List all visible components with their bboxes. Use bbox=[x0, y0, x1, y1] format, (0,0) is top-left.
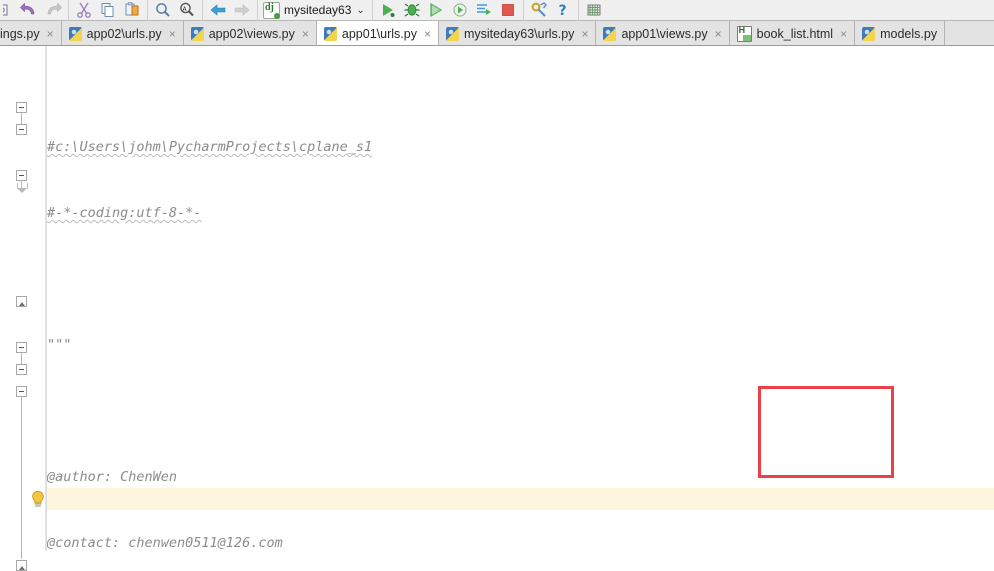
replace-icon[interactable]: A bbox=[175, 1, 199, 20]
tab-app02-views-py[interactable]: app02\views.py × bbox=[183, 21, 317, 45]
code-line-text: """ bbox=[47, 337, 72, 353]
python-file-icon bbox=[862, 26, 876, 41]
code-text-area[interactable]: #c:\Users\johm\PycharmProjects\cplane_s1… bbox=[47, 46, 994, 551]
tab-close-icon[interactable]: × bbox=[424, 27, 431, 41]
tab-close-icon[interactable]: × bbox=[47, 27, 54, 41]
debug-icon[interactable] bbox=[400, 1, 424, 20]
tab-close-icon[interactable]: × bbox=[581, 27, 588, 41]
main-toolbar: A mysiteday63 ⌄ bbox=[0, 0, 994, 21]
code-line-text: #-*-coding:utf-8-*- bbox=[47, 205, 202, 221]
code-line[interactable] bbox=[47, 268, 994, 290]
tab-close-icon[interactable]: × bbox=[302, 27, 309, 41]
find-icon[interactable] bbox=[151, 1, 175, 20]
python-file-icon bbox=[190, 26, 204, 41]
code-line-text: @author: ChenWen bbox=[47, 469, 178, 485]
fold-marker-urlpatterns-end[interactable] bbox=[16, 560, 27, 571]
toolbar-group-run bbox=[373, 0, 524, 21]
stop-icon[interactable] bbox=[496, 1, 520, 20]
run-configuration-selector[interactable]: mysiteday63 ⌄ bbox=[258, 0, 373, 21]
tab-close-icon[interactable]: × bbox=[715, 27, 722, 41]
toolbar-group-edit bbox=[0, 0, 69, 21]
tab-settings-py[interactable]: ings.py × bbox=[0, 21, 62, 45]
tab-label: app02\views.py bbox=[208, 26, 295, 41]
code-editor[interactable]: #c:\Users\johm\PycharmProjects\cplane_s1… bbox=[0, 46, 994, 571]
code-line[interactable]: @author: ChenWen bbox=[47, 466, 994, 488]
run-coverage-icon[interactable] bbox=[424, 1, 448, 20]
settings-partial-icon[interactable] bbox=[3, 1, 17, 20]
help-icon[interactable]: ? bbox=[551, 1, 575, 20]
code-line[interactable]: """ bbox=[47, 334, 994, 356]
python-file-icon bbox=[603, 26, 617, 41]
tab-book-list-html[interactable]: book_list.html × bbox=[729, 21, 856, 45]
editor-tab-bar[interactable]: ings.py × app02\urls.py × app02\views.py… bbox=[0, 21, 994, 46]
tab-close-icon[interactable]: × bbox=[169, 27, 176, 41]
tab-label: book_list.html bbox=[756, 26, 834, 41]
django-icon bbox=[263, 1, 280, 19]
code-line[interactable]: #-*-coding:utf-8-*- bbox=[47, 202, 994, 224]
cut-icon[interactable] bbox=[72, 1, 96, 20]
settings-wrench-icon[interactable] bbox=[527, 1, 551, 20]
tab-label: ings.py bbox=[0, 26, 40, 41]
tab-label: models.py bbox=[880, 26, 938, 41]
tab-app01-views-py[interactable]: app01\views.py × bbox=[596, 21, 730, 45]
tab-app01-urls-py[interactable]: app01\urls.py × bbox=[316, 21, 439, 45]
fold-marker-line-1[interactable] bbox=[16, 102, 27, 113]
toolbar-group-tools: ? bbox=[524, 0, 579, 21]
database-icon[interactable] bbox=[582, 1, 606, 20]
tab-mysiteday63-urls-py[interactable]: mysiteday63\urls.py × bbox=[438, 21, 597, 45]
code-line-text: @contact: chenwen0511@126.com bbox=[47, 535, 283, 551]
undo-icon[interactable] bbox=[17, 1, 41, 20]
forward-arrow-icon[interactable] bbox=[230, 1, 254, 20]
chevron-down-icon[interactable]: ⌄ bbox=[356, 5, 364, 16]
tab-models-py[interactable]: models.py bbox=[855, 21, 946, 45]
toolbar-group-navigate bbox=[203, 0, 258, 21]
run-configuration-name: mysiteday63 bbox=[284, 3, 352, 17]
redo-icon[interactable] bbox=[41, 1, 65, 20]
fold-marker-line-2[interactable] bbox=[16, 124, 27, 135]
tab-label: app02\urls.py bbox=[86, 26, 162, 41]
tab-app02-urls-py[interactable]: app02\urls.py × bbox=[61, 21, 184, 45]
paste-icon[interactable] bbox=[120, 1, 144, 20]
html-file-icon bbox=[736, 25, 752, 42]
tab-label: app01\views.py bbox=[621, 26, 708, 41]
intention-bulb-icon[interactable] bbox=[30, 490, 46, 508]
code-line[interactable]: #c:\Users\johm\PycharmProjects\cplane_s1 bbox=[47, 136, 994, 158]
fold-marker-urlpatterns[interactable] bbox=[16, 386, 27, 397]
toolbar-group-clipboard bbox=[69, 0, 148, 21]
fold-marker-docstring-start[interactable] bbox=[16, 170, 27, 181]
toolbar-group-find: A bbox=[148, 0, 203, 21]
profile-icon[interactable] bbox=[448, 1, 472, 20]
code-line-text: #c:\Users\johm\PycharmProjects\cplane_s1 bbox=[47, 139, 373, 155]
code-line[interactable]: @contact: chenwen0511@126.com bbox=[47, 532, 994, 551]
toolbar-group-extra bbox=[579, 0, 609, 21]
python-file-icon bbox=[323, 26, 337, 41]
back-arrow-icon[interactable] bbox=[206, 1, 230, 20]
fold-region-bar bbox=[21, 397, 22, 559]
fold-marker-import-1[interactable] bbox=[16, 342, 27, 353]
tab-label: mysiteday63\urls.py bbox=[463, 26, 575, 41]
copy-icon[interactable] bbox=[96, 1, 120, 20]
fold-marker-docstring-end[interactable] bbox=[16, 296, 27, 307]
svg-text:?: ? bbox=[558, 3, 566, 18]
python-file-icon bbox=[68, 26, 82, 41]
tab-label: app01\urls.py bbox=[341, 26, 417, 41]
code-line[interactable] bbox=[47, 400, 994, 422]
fold-marker-import-2[interactable] bbox=[16, 364, 27, 375]
attach-icon[interactable] bbox=[472, 1, 496, 20]
run-icon[interactable] bbox=[376, 1, 400, 20]
editor-gutter[interactable] bbox=[0, 46, 47, 571]
fold-region-end-arrow bbox=[17, 183, 28, 193]
tab-close-icon[interactable]: × bbox=[840, 27, 847, 41]
python-file-icon bbox=[445, 26, 459, 41]
